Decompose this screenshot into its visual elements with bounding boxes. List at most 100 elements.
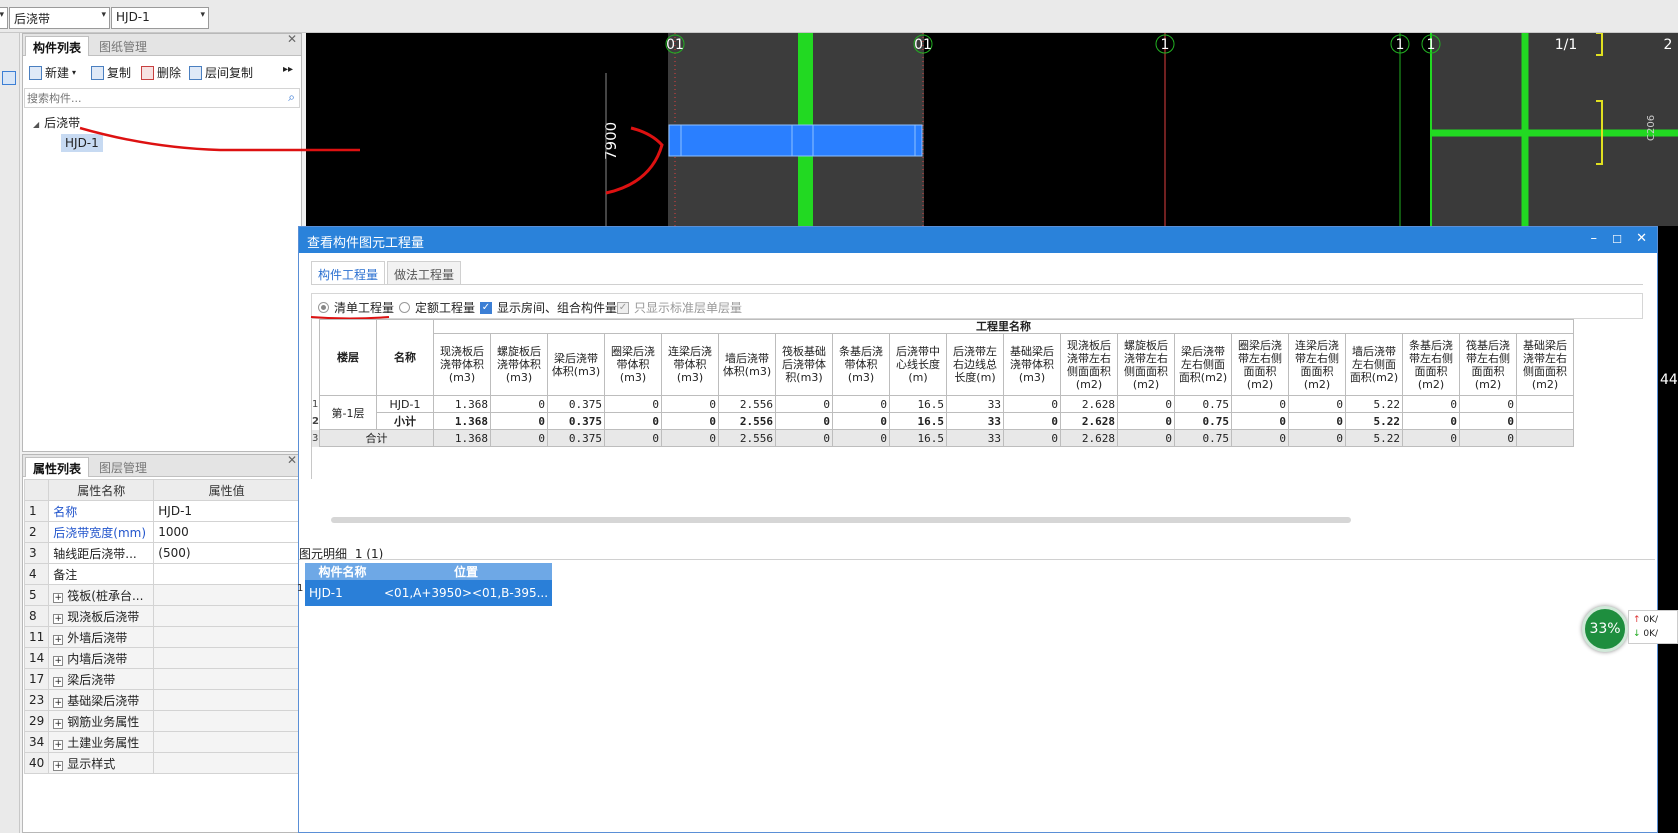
property-value[interactable] <box>153 605 300 627</box>
tab-property-list[interactable]: 属性列表 <box>25 457 90 477</box>
row-number: 5 <box>23 584 50 606</box>
close-icon[interactable]: ✕ <box>287 453 297 467</box>
property-value[interactable] <box>153 647 300 669</box>
search-input[interactable] <box>25 89 275 107</box>
expand-icon[interactable]: + <box>53 592 64 603</box>
tab-drawing-management[interactable]: 图纸管理 <box>92 36 154 56</box>
property-value[interactable] <box>153 584 300 606</box>
tab-method-quantity[interactable]: 做法工程量 <box>387 261 461 285</box>
maximize-icon[interactable]: ☐ <box>1612 233 1622 246</box>
expand-icon[interactable]: + <box>53 676 64 687</box>
component-name-combo[interactable]: HJD-1 ▾ <box>111 7 209 29</box>
column-header[interactable]: 现浇板后浇带体积(m3) <box>432 333 491 396</box>
tab-component-quantity[interactable]: 构件工程量 <box>311 261 385 285</box>
property-value[interactable] <box>153 710 300 732</box>
value-cell: 0 <box>774 395 833 413</box>
expand-icon[interactable]: + <box>53 739 64 750</box>
tab-component-list[interactable]: 构件列表 <box>25 36 90 56</box>
expand-icon[interactable]: + <box>53 760 64 771</box>
column-header[interactable]: 条基后浇带左右侧面面积(m2) <box>1401 333 1460 396</box>
new-button[interactable]: 新建 ▾ <box>29 64 76 81</box>
value-cell: 5.22 <box>1344 429 1403 447</box>
column-header[interactable]: 墙后浇带体积(m3) <box>717 333 776 396</box>
property-row[interactable]: 40 + 显示样式 <box>23 752 300 774</box>
property-value[interactable]: (500) <box>153 542 300 564</box>
column-header[interactable]: 基础梁后浇带体积(m3) <box>1002 333 1061 396</box>
property-value[interactable]: 1000 <box>153 521 300 543</box>
minimize-icon[interactable]: – <box>1591 231 1598 246</box>
column-header[interactable]: 圈梁后浇带左右侧面面积(m2) <box>1230 333 1289 396</box>
property-value[interactable] <box>153 626 300 648</box>
delete-button[interactable]: 删除 <box>141 64 181 81</box>
more-icon[interactable]: ▸▸ <box>283 64 293 75</box>
property-row[interactable]: 29 + 钢筋业务属性 <box>23 710 300 732</box>
table-row[interactable]: HJD-1 <01,A+3950><01,B-395... <box>305 580 553 606</box>
collapse-triangle-icon[interactable]: ◢ <box>33 120 39 129</box>
cad-drawing[interactable]: 01 01 1 1 7900 1 1/1 C206 2 <box>306 33 1678 226</box>
column-header[interactable]: 圈梁后浇带体积(m3) <box>603 333 662 396</box>
property-row[interactable]: 8 + 现浇板后浇带 <box>23 605 300 627</box>
expand-icon[interactable]: + <box>53 613 64 624</box>
property-row[interactable]: 34 + 土建业务属性 <box>23 731 300 753</box>
value-cell: 0 <box>831 429 890 447</box>
floor-copy-button[interactable]: 层间复制 <box>189 64 253 81</box>
tab-layer-management[interactable]: 图层管理 <box>92 457 154 477</box>
cad-canvas[interactable]: 01 01 1 1 7900 1 1/1 C206 2 <box>306 33 1678 226</box>
property-row[interactable]: 4 备注 <box>23 563 300 585</box>
property-value[interactable] <box>153 668 300 690</box>
column-header[interactable]: 基础梁后浇带左右侧面面积(m2) <box>1515 333 1574 396</box>
post-pour-strip-hjd-1[interactable] <box>668 124 923 157</box>
property-row[interactable]: 3 轴线距后浇带... (500) <box>23 542 300 564</box>
expand-icon[interactable]: + <box>53 655 64 666</box>
value-cell: 0 <box>1401 412 1460 430</box>
property-value[interactable] <box>153 689 300 711</box>
column-header[interactable]: 梁后浇带左右侧面面积(m2) <box>1173 333 1232 396</box>
search-icon[interactable]: ⌕ <box>288 90 295 105</box>
chevron-down-icon: ▾ <box>72 68 77 77</box>
detail-cell-position[interactable]: <01,A+3950><01,B-395... <box>380 580 553 606</box>
detail-cell-name[interactable]: HJD-1 <box>305 580 380 606</box>
column-header[interactable]: 筏板基础后浇带体积(m3) <box>774 333 833 396</box>
close-icon[interactable]: ✕ <box>1636 231 1647 246</box>
property-row[interactable]: 14 + 内墙后浇带 <box>23 647 300 669</box>
property-value[interactable] <box>153 752 300 774</box>
column-header[interactable]: 条基后浇带体积(m3) <box>831 333 890 396</box>
column-header[interactable]: 后浇带中心线长度(m) <box>888 333 947 396</box>
copy-button[interactable]: 复制 <box>91 64 131 81</box>
quota-quantity-radio[interactable]: 定额工程量 <box>399 299 475 316</box>
table-row[interactable]: 3 合计 1.368 0 0.375 0 0 2.556 0 0 16.5 33 0 2.628 0 0.75… <box>312 429 1574 447</box>
column-header[interactable]: 现浇板后浇带左右侧面面积(m2) <box>1059 333 1118 396</box>
view-icon[interactable] <box>2 71 16 85</box>
property-value[interactable] <box>153 563 300 585</box>
property-value[interactable] <box>153 731 300 753</box>
property-row[interactable]: 2 后浇带宽度(mm) 1000 <box>23 521 300 543</box>
column-header[interactable]: 连梁后浇带体积(m3) <box>660 333 719 396</box>
property-row[interactable]: 11 + 外墙后浇带 <box>23 626 300 648</box>
property-row[interactable]: 17 + 梁后浇带 <box>23 668 300 690</box>
column-header[interactable]: 筏基后浇带左右侧面面积(m2) <box>1458 333 1517 396</box>
horizontal-scrollbar[interactable] <box>331 517 1351 523</box>
column-header[interactable]: 连梁后浇带左右侧面面积(m2) <box>1287 333 1346 396</box>
floor-combo-edge[interactable]: ▾ <box>0 7 8 29</box>
expand-icon[interactable]: + <box>53 718 64 729</box>
expand-icon[interactable]: + <box>53 634 64 645</box>
component-type-combo[interactable]: 后浇带 ▾ <box>9 7 110 29</box>
close-icon[interactable]: ✕ <box>287 32 297 46</box>
property-row[interactable]: 1 名称 HJD-1 <box>23 500 300 522</box>
property-panel-tabs: 属性列表 图层管理 ✕ <box>23 453 301 477</box>
column-header[interactable]: 墙后浇带左右侧面面积(m2) <box>1344 333 1403 396</box>
axis-label: 1 <box>1427 37 1436 53</box>
property-row[interactable]: 5 + 筏板(桩承台... <box>23 584 300 606</box>
show-rooms-checkbox[interactable]: ✓ 显示房间、组合构件量 <box>480 299 617 316</box>
dialog-titlebar[interactable]: 查看构件图元工程量 – ☐ ✕ <box>299 227 1657 253</box>
column-header[interactable]: 梁后浇带体积(m3) <box>546 333 605 396</box>
table-row[interactable]: 1 第-1层 HJD-1 1.368 0 0.375 0 0 2.556 0 0 16.5 33 0 2.6… <box>312 395 1574 430</box>
table-row[interactable]: 2 小计 1.368 0 0.375 0 0 2.556 0 0 16.5 33 0 2.628 0 0.75… <box>312 412 1574 430</box>
speed-badge[interactable]: 33% <box>1582 606 1628 652</box>
column-header[interactable]: 螺旋板后浇带左右侧面面积(m2) <box>1116 333 1175 396</box>
column-header[interactable]: 后浇带左右边线总长度(m) <box>945 333 1004 396</box>
property-row[interactable]: 23 + 基础梁后浇带 <box>23 689 300 711</box>
property-value[interactable]: HJD-1 <box>153 500 300 522</box>
column-header[interactable]: 螺旋板后浇带体积(m3) <box>489 333 548 396</box>
expand-icon[interactable]: + <box>53 697 64 708</box>
